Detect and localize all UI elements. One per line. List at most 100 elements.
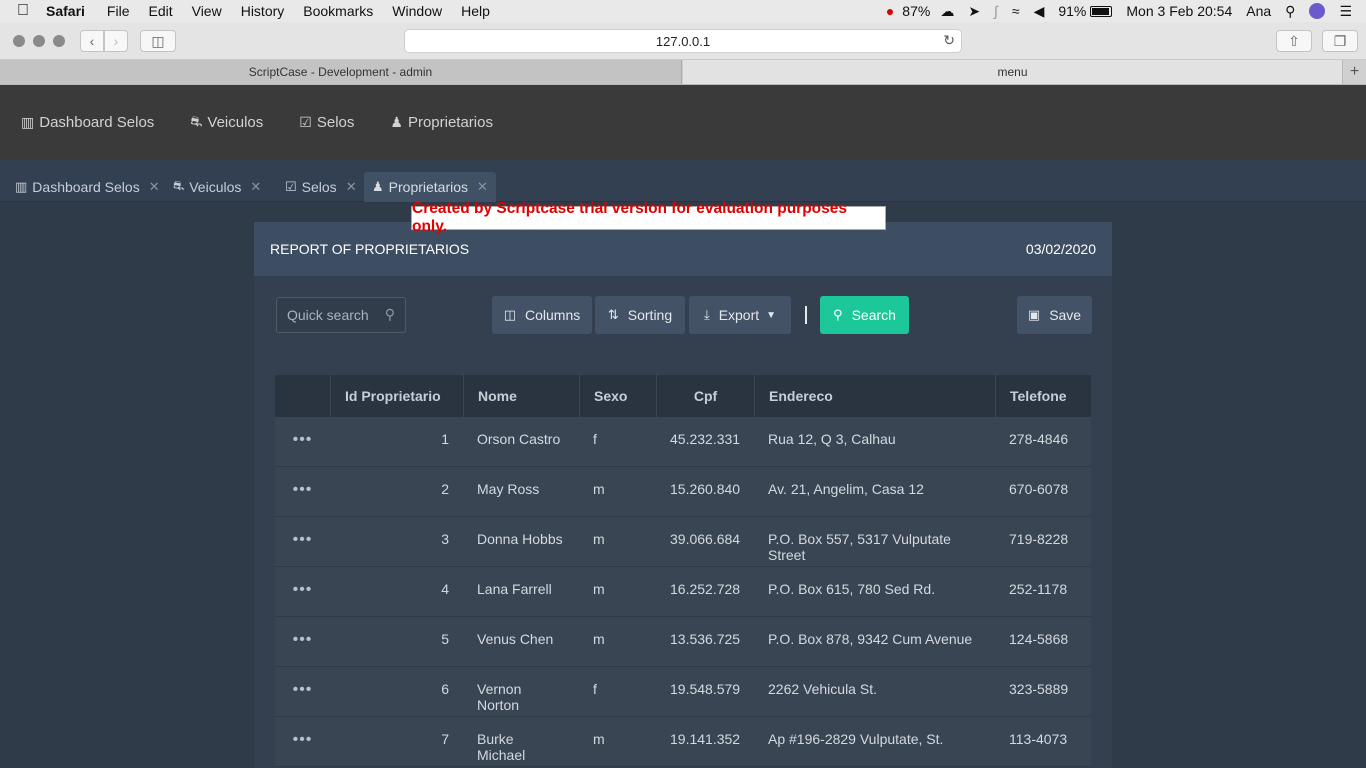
menu-edit[interactable]: Edit: [148, 3, 172, 19]
caret-down-icon: ▼: [766, 309, 777, 321]
columns-button[interactable]: ◫ Columns: [492, 296, 592, 334]
tab-selos[interactable]: ☑ Selos ✕: [277, 172, 365, 202]
close-icon[interactable]: ✕: [477, 179, 488, 195]
browser-tab-label: ScriptCase - Development - admin: [248, 65, 433, 79]
header-sexo[interactable]: Sexo: [579, 375, 656, 417]
row-actions-icon[interactable]: •••: [275, 417, 330, 466]
row-actions-icon[interactable]: •••: [275, 717, 330, 766]
plus-icon: +: [1349, 63, 1360, 80]
menu-window[interactable]: Window: [392, 3, 442, 19]
telegram-icon[interactable]: ➤: [968, 3, 980, 20]
quick-search-placeholder: Quick search: [287, 307, 369, 323]
cell-id: 2: [441, 481, 449, 497]
table-row: ••• 2 May Ross m 15.260.840 Av. 21, Ange…: [275, 467, 1091, 517]
close-icon[interactable]: ✕: [346, 179, 357, 195]
browser-tab-label: menu: [997, 65, 1028, 79]
wifi-icon[interactable]: ≈: [1012, 3, 1020, 19]
bluetooth-icon[interactable]: ∫: [994, 3, 998, 19]
menu-help[interactable]: Help: [461, 3, 490, 19]
cell-cpf: 15.260.840: [670, 481, 741, 497]
tab-proprietarios[interactable]: ♟ Proprietarios ✕: [364, 172, 496, 202]
menu-app-safari[interactable]: Safari: [46, 3, 85, 19]
volume-icon[interactable]: ◀: [1034, 3, 1045, 20]
address-bar[interactable]: 127.0.0.1 ↻: [404, 29, 962, 53]
header-nome[interactable]: Nome: [463, 375, 579, 417]
search-label: Search: [851, 307, 896, 323]
browser-tab-menu[interactable]: menu: [683, 60, 1342, 84]
share-button[interactable]: ⇧: [1276, 30, 1312, 52]
record-icon[interactable]: ●: [886, 3, 894, 19]
forward-button[interactable]: ›: [104, 30, 128, 52]
battery-icon[interactable]: [1090, 5, 1113, 17]
save-button[interactable]: ▣ Save: [1017, 296, 1092, 334]
user-name[interactable]: Ana: [1246, 3, 1271, 19]
window-minimize-button[interactable]: [33, 35, 45, 47]
row-actions-icon[interactable]: •••: [275, 517, 330, 566]
apple-menu-icon[interactable]: : [0, 2, 46, 20]
header-telefone[interactable]: Telefone: [995, 375, 1091, 417]
report-title: REPORT OF PROPRIETARIOS: [270, 241, 470, 257]
tab-veiculos[interactable]: ⛐ Veiculos ✕: [165, 172, 269, 202]
bar-chart-icon: ▥: [21, 114, 35, 130]
table-row: ••• 1 Orson Castro f 45.232.331 Rua 12, …: [275, 417, 1091, 467]
notification-center-icon[interactable]: ☰: [1339, 3, 1352, 20]
window-close-button[interactable]: [13, 35, 25, 47]
cell-nome: Donna Hobbs: [477, 531, 563, 547]
menu-history[interactable]: History: [241, 3, 285, 19]
menu-view[interactable]: View: [192, 3, 222, 19]
new-tab-button[interactable]: +: [1342, 60, 1366, 84]
close-icon[interactable]: ✕: [250, 179, 261, 195]
cloud-download-icon[interactable]: ☁: [940, 3, 954, 20]
table-row: ••• 3 Donna Hobbs m 39.066.684 P.O. Box …: [275, 517, 1091, 567]
tab-dashboard-selos[interactable]: ▥ Dashboard Selos ✕: [7, 172, 168, 202]
report-panel: REPORT OF PROPRIETARIOS 03/02/2020 Quick…: [254, 222, 1112, 768]
car-icon: ⛐: [190, 113, 203, 129]
cell-telefone: 113-4073: [1009, 731, 1068, 747]
spotlight-search-icon[interactable]: ⚲: [1285, 3, 1295, 20]
header-endereco[interactable]: Endereco: [754, 375, 995, 417]
export-button[interactable]: ⤓ Export ▼: [689, 296, 791, 334]
clock[interactable]: Mon 3 Feb 20:54: [1126, 3, 1232, 19]
bar-chart-icon: ▥: [15, 179, 28, 194]
cell-nome: Orson Castro: [477, 431, 561, 447]
save-icon: ▣: [1027, 307, 1041, 322]
search-button[interactable]: ⚲ Search: [820, 296, 909, 334]
checkbox-icon: ☑: [299, 114, 312, 130]
nav-dashboard-selos[interactable]: ▥ Dashboard Selos: [21, 114, 154, 131]
cell-id: 1: [441, 431, 449, 447]
cell-telefone: 323-5889: [1009, 681, 1069, 697]
browser-tab-scriptcase[interactable]: ScriptCase - Development - admin: [0, 60, 682, 84]
menu-file[interactable]: File: [107, 3, 130, 19]
cell-telefone: 252-1178: [1009, 581, 1068, 597]
cell-nome: Venus Chen: [477, 631, 554, 647]
cell-cpf: 39.066.684: [670, 531, 741, 547]
columns-icon: ◫: [503, 307, 517, 322]
close-icon[interactable]: ✕: [149, 179, 160, 195]
window-zoom-button[interactable]: [53, 35, 65, 47]
nav-selos[interactable]: ☑ Selos: [299, 114, 354, 131]
nav-label: Selos: [316, 114, 355, 131]
cell-endereco: P.O. Box 615, 780 Sed Rd.: [768, 581, 936, 597]
back-button[interactable]: ‹: [80, 30, 104, 52]
sidebar-button[interactable]: ◫: [140, 30, 176, 52]
row-actions-icon[interactable]: •••: [275, 567, 330, 616]
header-cpf[interactable]: Cpf: [656, 375, 754, 417]
quick-search-input[interactable]: Quick search ⚲: [276, 297, 406, 333]
table-row: ••• 7 Burke Michael m 19.141.352 Ap #196…: [275, 717, 1091, 767]
row-actions-icon[interactable]: •••: [275, 467, 330, 516]
row-actions-icon[interactable]: •••: [275, 667, 330, 716]
cell-sexo: m: [593, 531, 605, 547]
header-id-proprietario[interactable]: Id Proprietario: [330, 375, 463, 417]
nav-veiculos[interactable]: ⛐ Veiculos: [190, 113, 263, 132]
siri-icon[interactable]: [1309, 3, 1326, 19]
cell-endereco: Ap #196-2829 Vulputate, St.: [768, 731, 944, 747]
tabs-overview-button[interactable]: ❐: [1322, 30, 1358, 52]
nav-proprietarios[interactable]: ♟ Proprietarios: [390, 114, 493, 131]
sorting-button[interactable]: ⇅ Sorting: [595, 296, 685, 334]
cell-id: 7: [441, 731, 449, 747]
row-actions-icon[interactable]: •••: [275, 617, 330, 666]
reload-icon[interactable]: ↻: [943, 32, 955, 49]
menu-bookmarks[interactable]: Bookmarks: [303, 3, 373, 19]
app-tab-bar: ▥ Dashboard Selos ✕ ⛐ Veiculos ✕ ☑ Selos…: [0, 160, 1366, 202]
search-icon[interactable]: ⚲: [385, 306, 395, 323]
